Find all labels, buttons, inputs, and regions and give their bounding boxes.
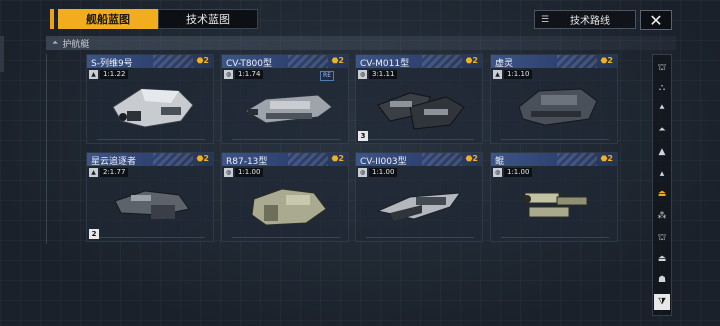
filter-icon[interactable]: ⧩ xyxy=(654,294,670,310)
rank-badge: ⬣2 xyxy=(465,56,478,65)
destroyer-icon[interactable]: ⏶ xyxy=(654,122,670,138)
rank-badge: ⬣2 xyxy=(196,56,209,65)
special-icon[interactable]: ☗ xyxy=(654,272,670,288)
battleship-icon[interactable]: ⛬ xyxy=(654,80,670,96)
globe-icon: ◍ xyxy=(493,167,502,177)
globe-icon: ◍ xyxy=(224,167,233,177)
owned-count: 3 xyxy=(358,131,368,141)
tab-accent xyxy=(50,9,54,29)
blueprint-card[interactable]: 虚灵 ⬣2 ▲ 1:1.10 xyxy=(490,54,618,144)
rank-badge: ⬣2 xyxy=(600,154,613,163)
ship-name: CV-M011型 xyxy=(360,59,410,69)
ship-image xyxy=(377,92,465,130)
station-icon[interactable]: ⛫ xyxy=(654,230,670,246)
globe-icon: ◍ xyxy=(358,69,367,79)
auxiliary-icon[interactable]: ⏏ xyxy=(654,251,670,267)
ship-image xyxy=(114,190,190,219)
tab-bar: 舰船蓝图 技术蓝图 xyxy=(58,9,258,29)
ship-icon: ▲ xyxy=(89,167,98,177)
ship-category-icon: ⏶ xyxy=(52,38,59,47)
blueprint-card[interactable]: 鲲 ⬣2 ◍ 1:1.00 xyxy=(490,152,618,242)
ship-icon: ▲ xyxy=(493,69,502,79)
category-title: 护航艇 xyxy=(62,39,90,50)
side-drawer-handle[interactable] xyxy=(0,36,4,72)
frigate-icon[interactable]: ▲ xyxy=(654,144,670,160)
ship-name: R87-13型 xyxy=(226,157,268,167)
rank-badge: ⬣2 xyxy=(331,56,344,65)
category-header: ⏶ 护航艇 xyxy=(46,36,676,50)
tab-tech-blueprints[interactable]: 技术蓝图 xyxy=(158,9,258,29)
ship-image xyxy=(518,88,598,126)
ship-name: CV-T800型 xyxy=(226,59,273,69)
ship-name: CV-II003型 xyxy=(360,157,407,167)
blueprint-card[interactable]: R87-13型 ⬣2 ◍ 1:1.00 xyxy=(221,152,349,242)
ship-name: 星云追逐者 xyxy=(91,157,137,167)
blueprint-card[interactable]: CV-T800型 ⬣2 ◍ 1:1.74 RE xyxy=(221,54,349,144)
close-button[interactable]: ✕ xyxy=(640,10,672,30)
fighter-icon[interactable]: ⁂ xyxy=(654,208,670,224)
tab-ship-blueprints[interactable]: 舰船蓝图 xyxy=(58,9,158,29)
rank-badge: ⬣2 xyxy=(331,154,344,163)
roadmap-icon: ☰ xyxy=(541,14,550,25)
cruiser-icon[interactable]: ⯅ xyxy=(654,100,670,116)
globe-icon: ◍ xyxy=(358,167,367,177)
escort-icon[interactable]: ⏏ xyxy=(654,186,670,202)
frame-decoration xyxy=(46,54,73,244)
rank-badge: ⬣2 xyxy=(465,154,478,163)
globe-icon: ◍ xyxy=(224,69,233,79)
tech-roadmap-button[interactable]: ☰ 技术路线 xyxy=(534,10,636,29)
tech-roadmap-label: 技术路线 xyxy=(570,16,610,27)
ship-name: 虚灵 xyxy=(495,59,514,69)
blueprint-card[interactable]: CV-M011型 ⬣2 ◍ 3:1.11 3 xyxy=(355,54,483,144)
ship-name: S-列维9号 xyxy=(91,59,133,69)
ship-icon: ▲ xyxy=(89,69,98,79)
rank-badge: ⬣2 xyxy=(600,56,613,65)
card-header xyxy=(491,153,617,166)
rank-badge: ⬣2 xyxy=(196,154,209,163)
ship-name: 鲲 xyxy=(495,157,505,167)
ship-image xyxy=(245,94,333,124)
carrier-icon[interactable]: ⛫ xyxy=(654,60,670,76)
ship-image xyxy=(523,192,588,218)
blueprint-card[interactable]: S-列维9号 ⬣2 ▲ 1:1.22 xyxy=(86,54,214,144)
corvette-icon[interactable]: ▴ xyxy=(654,166,670,182)
ship-image xyxy=(376,192,462,221)
blueprint-card[interactable]: 星云追逐者 ⬣2 ▲ 2:1.77 2 xyxy=(86,152,214,242)
owned-count: 2 xyxy=(89,229,99,239)
blueprint-card[interactable]: CV-II003型 ⬣2 ◍ 1:1.00 xyxy=(355,152,483,242)
ship-image xyxy=(251,188,327,226)
ship-image xyxy=(112,88,194,128)
